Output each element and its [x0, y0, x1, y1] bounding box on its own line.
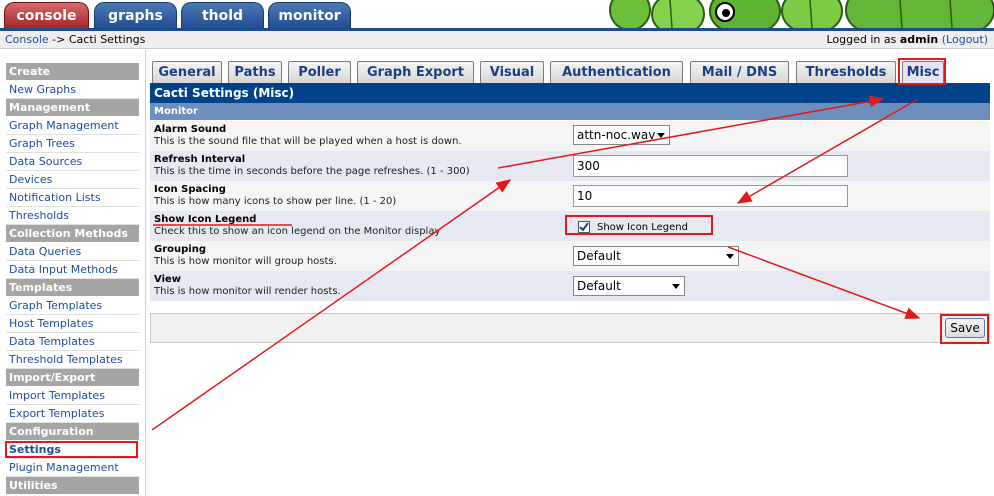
sidebar-item-thresholds[interactable]: Thresholds [6, 207, 139, 225]
tab-thresholds[interactable]: Thresholds [796, 61, 896, 83]
sidebar-item-devices[interactable]: Devices [6, 171, 139, 189]
sidebar-header-management: Management [6, 99, 139, 116]
sidebar-item-label[interactable]: Graph Trees [9, 137, 75, 150]
section-header-monitor: Monitor [150, 103, 990, 120]
sidebar-item-data-sources[interactable]: Data Sources [6, 153, 139, 171]
setting-row-view: View This is how monitor will render hos… [150, 271, 990, 301]
tab-console[interactable]: console [4, 2, 89, 30]
setting-description: Check this to show an icon legend on the… [154, 226, 441, 237]
sidebar-item-label[interactable]: Thresholds [9, 209, 69, 222]
view-select[interactable]: Default [573, 276, 685, 296]
sidebar-item-label[interactable]: Data Sources [9, 155, 82, 168]
selected-value: Default [577, 249, 621, 263]
breadcrumb-console-link[interactable]: Console [5, 33, 49, 46]
tab-visual[interactable]: Visual [480, 61, 544, 83]
sidebar-item-graph-templates[interactable]: Graph Templates [6, 297, 139, 315]
breadcrumb-bar: Console -> Cacti Settings Logged in as a… [0, 31, 994, 49]
sidebar-header-collection-methods: Collection Methods [6, 225, 139, 242]
sidebar-header-import-export: Import/Export [6, 369, 139, 386]
chevron-down-icon [657, 133, 665, 138]
login-status: Logged in as admin (Logout) [827, 31, 989, 48]
tab-poller[interactable]: Poller [288, 61, 351, 83]
sidebar-item-label[interactable]: Host Templates [9, 317, 93, 330]
sidebar-item-data-queries[interactable]: Data Queries [6, 243, 139, 261]
sidebar-item-data-input-methods[interactable]: Data Input Methods [6, 261, 139, 279]
tab-graphs[interactable]: graphs [94, 2, 177, 30]
login-prefix: Logged in as [826, 33, 900, 46]
setting-row-icon-spacing: Icon Spacing This is how many icons to s… [150, 181, 990, 211]
setting-label: Alarm Sound [154, 124, 227, 135]
icon-spacing-input[interactable]: 10 [573, 185, 848, 207]
login-user: admin [899, 33, 939, 46]
setting-label: Show Icon Legend [154, 214, 257, 225]
highlight-save-button [940, 314, 989, 344]
breadcrumb: Console -> Cacti Settings [5, 31, 145, 48]
setting-description: This is the sound file that will be play… [154, 136, 462, 147]
grouping-select[interactable]: Default [573, 246, 739, 266]
sidebar-item-plugin-management[interactable]: Plugin Management [6, 459, 139, 477]
sidebar-item-label[interactable]: Graph Templates [9, 299, 102, 312]
sidebar: Create New Graphs Management Graph Manag… [0, 50, 146, 496]
sidebar-item-label[interactable]: New Graphs [9, 83, 76, 96]
alarm-sound-select[interactable]: attn-noc.wav [573, 125, 670, 145]
sidebar-item-label[interactable]: Export Templates [9, 407, 104, 420]
panel-title: Cacti Settings (Misc) [150, 83, 990, 103]
sidebar-item-export-templates[interactable]: Export Templates [6, 405, 139, 423]
sidebar-item-label[interactable]: Data Input Methods [9, 263, 118, 276]
tab-authentication[interactable]: Authentication [550, 61, 683, 83]
sidebar-header-create: Create [6, 63, 139, 80]
sidebar-item-graph-trees[interactable]: Graph Trees [6, 135, 139, 153]
sidebar-item-host-templates[interactable]: Host Templates [6, 315, 139, 333]
setting-row-alarm-sound: Alarm Sound This is the sound file that … [150, 121, 990, 151]
tab-general[interactable]: General [152, 61, 222, 83]
sidebar-item-new-graphs[interactable]: New Graphs [6, 81, 139, 99]
setting-label: Refresh Interval [154, 154, 246, 165]
highlight-show-icon-legend [565, 215, 713, 235]
sidebar-item-notification-lists[interactable]: Notification Lists [6, 189, 139, 207]
tab-graph-export[interactable]: Graph Export [357, 61, 474, 83]
sidebar-item-label[interactable]: Devices [9, 173, 52, 186]
sidebar-header-templates: Templates [6, 279, 139, 296]
breadcrumb-current: Cacti Settings [68, 33, 146, 46]
selected-value: Default [577, 279, 621, 293]
tab-thold[interactable]: thold [181, 2, 264, 30]
sidebar-item-label[interactable]: Import Templates [9, 389, 105, 402]
sidebar-header-configuration: Configuration [6, 423, 139, 440]
setting-description: This is the time in seconds before the p… [154, 166, 470, 177]
setting-label: Grouping [154, 244, 206, 255]
highlight-misc-tab [898, 58, 946, 85]
setting-description: This is how many icons to show per line.… [154, 196, 397, 207]
sidebar-item-label[interactable]: Data Templates [9, 335, 95, 348]
sidebar-item-label[interactable]: Threshold Templates [9, 353, 123, 366]
setting-label: Icon Spacing [154, 184, 226, 195]
setting-row-refresh-interval: Refresh Interval This is the time in sec… [150, 151, 990, 181]
sidebar-item-label[interactable]: Notification Lists [9, 191, 101, 204]
highlight-settings-item [5, 441, 138, 458]
setting-row-grouping: Grouping This is how monitor will group … [150, 241, 990, 271]
tab-paths[interactable]: Paths [228, 61, 282, 83]
setting-label: View [154, 274, 182, 285]
cactus-mascot-image [600, 0, 994, 28]
setting-description: This is how monitor will group hosts. [154, 256, 337, 267]
logout-link[interactable]: (Logout) [942, 33, 988, 46]
chevron-down-icon [726, 254, 734, 259]
tab-monitor[interactable]: monitor [268, 2, 351, 30]
sidebar-item-label[interactable]: Plugin Management [9, 461, 119, 474]
selected-value: attn-noc.wav [577, 128, 656, 142]
sidebar-header-utilities: Utilities [6, 477, 139, 494]
sidebar-item-threshold-templates[interactable]: Threshold Templates [6, 351, 139, 369]
tab-mail-dns[interactable]: Mail / DNS [690, 61, 789, 83]
setting-description: This is how monitor will render hosts. [154, 286, 341, 297]
breadcrumb-separator: -> [48, 33, 69, 46]
sidebar-item-data-templates[interactable]: Data Templates [6, 333, 139, 351]
refresh-interval-input[interactable]: 300 [573, 155, 848, 177]
sidebar-item-import-templates[interactable]: Import Templates [6, 387, 139, 405]
sidebar-item-label[interactable]: Data Queries [9, 245, 81, 258]
sidebar-item-graph-management[interactable]: Graph Management [6, 117, 139, 135]
chevron-down-icon [672, 284, 680, 289]
top-navigation: console graphs thold monitor [0, 0, 994, 31]
save-bar [150, 313, 990, 343]
sidebar-item-label[interactable]: Graph Management [9, 119, 119, 132]
